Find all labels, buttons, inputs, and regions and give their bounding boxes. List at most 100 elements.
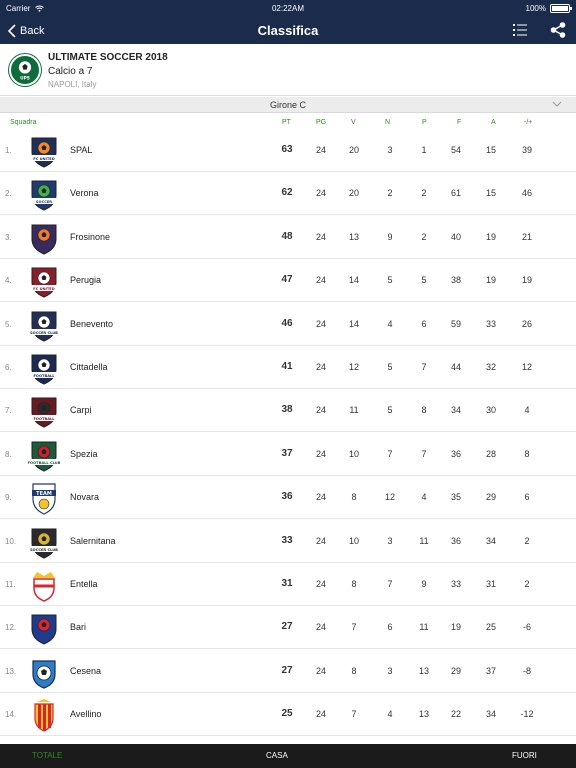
share-icon[interactable] [550,22,566,38]
stat-f: 22 [450,709,461,720]
tournament-header: UPS ULTIMATE SOCCER 2018 Calcio a 7 NAPO… [0,44,576,96]
table-row[interactable]: 7. FOOTBALL Carpi 38 24 11 5 8 34 30 4 [0,389,576,433]
team-name: Verona [70,188,99,199]
table-row[interactable]: 10. SOCCER CLUB Salernitana 33 24 10 3 11 36 34 2 [0,520,576,563]
nav-bar: Back Classifica [0,18,576,44]
position: 2. [5,189,12,199]
team-name: Novara [70,492,100,503]
stat-a: 34 [485,709,496,720]
tab-total[interactable]: TOTALE [32,744,62,768]
team-name: Perugia [70,275,102,286]
team-name: Bari [70,622,87,633]
svg-text:SOCCER CLUB: SOCCER CLUB [30,330,58,334]
stat-p: 8 [421,405,427,416]
stat-a: 19 [485,231,496,242]
stat-pt: 41 [281,361,293,372]
table-row[interactable]: 8. FOOTBALL CLUB Spezia 37 24 10 7 7 36 28 8 [0,433,576,476]
table-row[interactable]: 6. FOOTBALL Cittadella 41 24 12 5 7 44 32 12 [0,346,576,389]
stat-f: 29 [450,665,461,676]
table-row[interactable]: 14. Avellino 25 24 7 4 13 22 34 -12 [0,693,576,737]
position: 5. [5,319,12,329]
stat-f: 40 [450,231,461,242]
stat-v: 13 [348,231,359,242]
col-a: A [491,119,496,126]
col-diff: -/+ [524,119,533,126]
stat-p: 9 [421,579,427,589]
stat-v: 8 [351,665,357,676]
stat-p: 11 [419,622,429,633]
stat-a: 34 [485,535,496,546]
team-logo-icon [27,698,61,732]
stat-pg: 24 [315,665,326,676]
stat-n: 9 [387,231,393,242]
stat-v: 8 [351,492,357,503]
stat-diff: 8 [524,448,530,459]
stat-pt: 38 [281,404,293,416]
table-row[interactable]: 12. Bari 27 24 7 6 11 19 25 -6 [0,606,576,650]
tournament-location: NAPOLI, Italy [48,80,97,89]
stat-diff: 2 [524,535,530,546]
stat-p: 5 [421,275,427,286]
table-row[interactable]: 13. Cesena 27 24 8 3 13 29 37 -8 [0,650,576,693]
table-row[interactable]: 4. FC UNITED Perugia 47 24 14 5 5 38 19 19 [0,259,576,303]
tournament-name: ULTIMATE SOCCER 2018 [48,52,168,63]
position: 13. [5,666,17,676]
stat-f: 54 [450,145,461,155]
stat-a: 19 [485,275,496,286]
table-row[interactable]: 5. SOCCER CLUB Benevento 46 24 14 4 6 59 33 26 [0,303,576,346]
stat-diff: 6 [524,492,530,503]
stat-pg: 24 [315,145,326,155]
tab-away[interactable]: FUORI [512,744,537,768]
list-icon[interactable] [512,22,528,38]
stat-p: 2 [421,188,427,199]
col-v: V [351,119,356,126]
position: 6. [5,363,12,372]
team-logo-icon [27,655,61,689]
stat-pt: 31 [281,578,293,589]
table-row[interactable]: 9. TEAM Novara 36 24 8 12 4 35 29 6 [0,476,576,520]
stat-n: 4 [387,709,393,720]
team-name: Cesena [70,665,102,676]
stat-n: 2 [387,188,393,199]
team-name: Cittadella [70,362,108,372]
team-logo-icon [27,611,61,645]
stat-n: 12 [384,492,395,503]
stat-p: 11 [419,535,429,546]
stat-p: 13 [418,709,429,720]
stat-pg: 24 [315,622,326,633]
col-team: Squadra [10,119,37,126]
team-logo-icon: SOCCER [27,177,61,211]
svg-text:TEAM: TEAM [36,491,52,497]
tab-home[interactable]: CASA [266,744,288,768]
position: 3. [5,232,12,242]
stat-pt: 33 [281,534,293,546]
table-row[interactable]: 2. SOCCER Verona 62 24 20 2 2 61 15 46 [0,172,576,216]
table-row[interactable]: 11. Entella 31 24 8 7 9 33 31 2 [0,563,576,606]
stat-f: 38 [450,275,461,286]
clock: 02:22AM [271,4,305,13]
stat-n: 5 [387,362,393,372]
stat-pg: 24 [315,405,326,416]
tournament-logo-text: UPS [20,76,30,82]
stat-n: 3 [387,665,393,676]
battery-percent: 100% [525,4,546,13]
stat-v: 11 [349,405,359,416]
table-row[interactable]: 1. FC UNITED SPAL 63 24 20 3 1 54 15 39 [0,129,576,172]
position: 11. [5,580,16,589]
stat-diff: 12 [521,362,532,372]
stat-a: 25 [485,622,496,633]
stat-p: 2 [421,231,427,242]
group-selector[interactable]: Girone C [0,97,576,113]
col-f: F [457,119,462,126]
svg-text:SOCCER: SOCCER [36,200,52,204]
table-row[interactable]: 3. Frosinone 48 24 13 9 2 40 19 21 [0,216,576,259]
svg-text:FC UNITED: FC UNITED [33,157,55,161]
stat-v: 14 [348,275,359,286]
team-name: SPAL [70,145,93,155]
chevron-down-icon [552,101,562,107]
col-p: P [422,119,427,126]
stat-v: 12 [348,362,359,372]
team-logo-icon [27,221,61,255]
stat-a: 28 [485,448,496,459]
stat-pt: 25 [281,708,293,720]
